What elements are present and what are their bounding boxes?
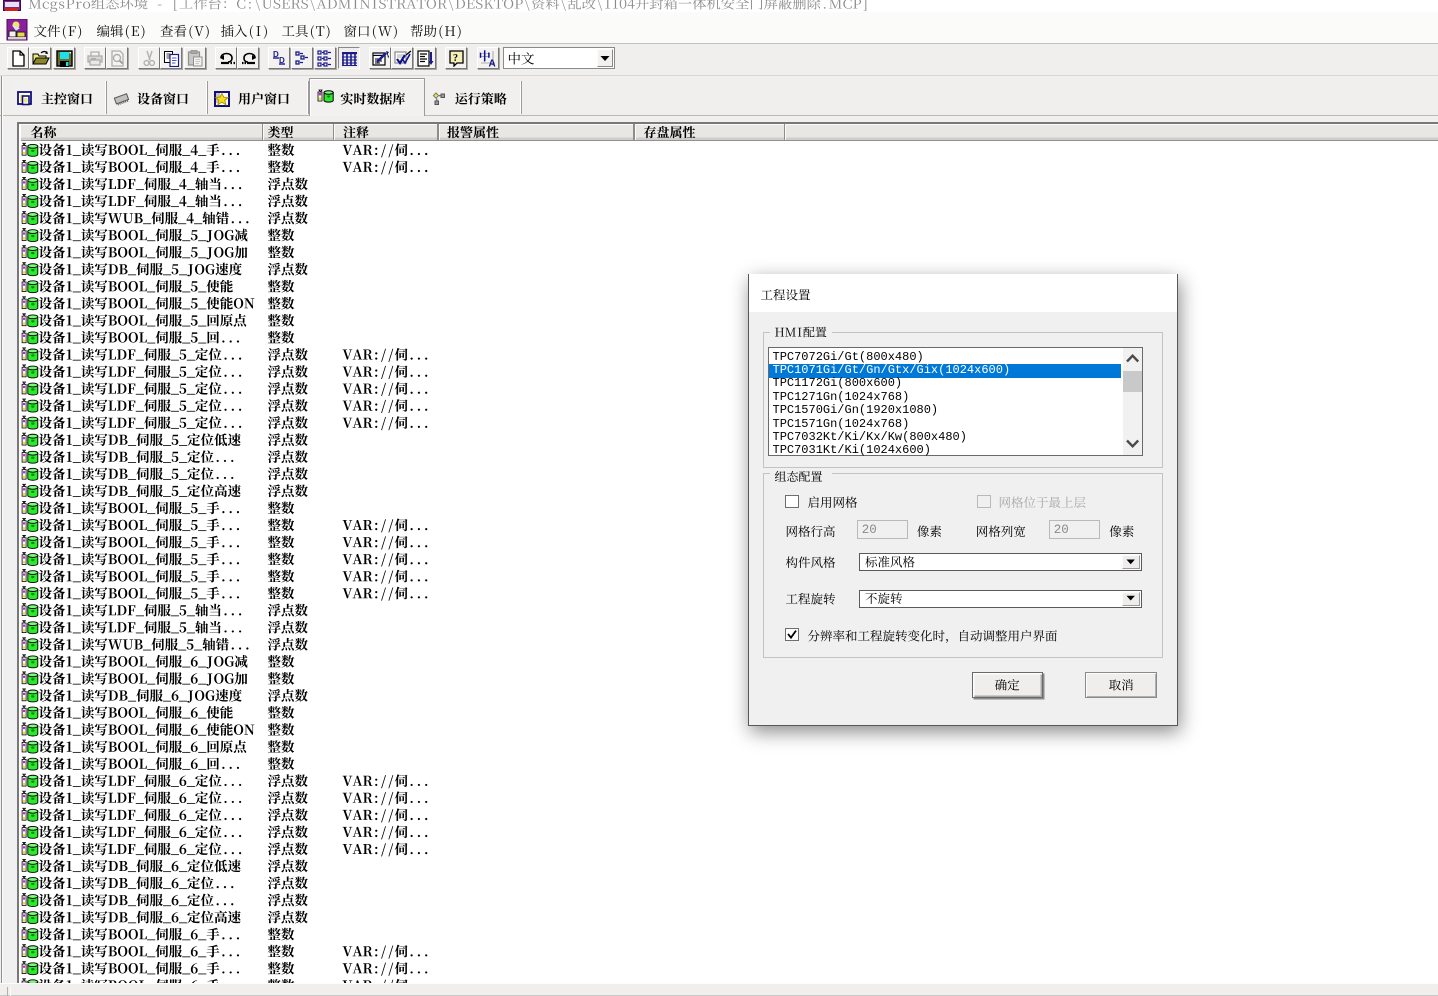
svg-text:A: A [488,59,495,69]
svg-text:?: ? [453,53,458,64]
